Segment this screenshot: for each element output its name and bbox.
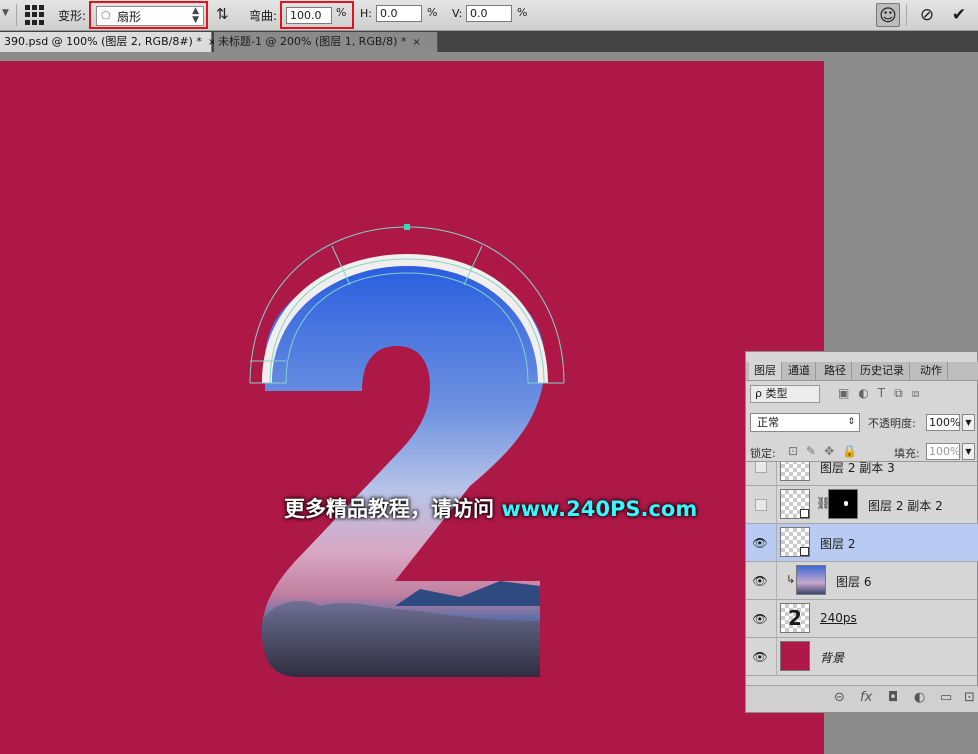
- layer-row[interactable]: 图层 2 副本 3: [746, 461, 978, 486]
- tab-390-psd[interactable]: 390.psd @ 100% (图层 2, RGB/8#) * ×: [0, 32, 216, 52]
- layer-thumbnail: [780, 462, 810, 481]
- layer-style-icon[interactable]: fx: [860, 690, 872, 705]
- updown-arrow-icon: ⇕: [847, 417, 855, 427]
- document-tab-bar: 390.psd @ 100% (图层 2, RGB/8#) * × 未标题-1 @…: [0, 31, 978, 52]
- layer-name: 240ps: [820, 611, 857, 625]
- blend-mode-value: 正常: [757, 416, 779, 429]
- lock-label: 锁定:: [750, 447, 776, 460]
- lock-icons[interactable]: ⊡✎✥🔒: [788, 444, 865, 458]
- bend-input[interactable]: 100.0: [286, 7, 332, 24]
- layer-filter-select[interactable]: ρ 类型: [750, 385, 820, 403]
- opacity-input[interactable]: 100%: [926, 414, 960, 431]
- commit-transform-icon[interactable]: ✔: [947, 3, 971, 27]
- layer-row[interactable]: 👁 ↳ 图层 6: [746, 562, 978, 600]
- watermark-prefix: 更多精品教程，请访问: [284, 497, 502, 521]
- eye-icon[interactable]: 👁: [752, 573, 768, 589]
- bend-unit: %: [336, 6, 347, 19]
- layer-thumbnail: [780, 641, 810, 671]
- warp-label: 变形:: [58, 9, 87, 23]
- filter-icons[interactable]: ▣◐T⧉⧈: [838, 386, 928, 401]
- cancel-transform-icon[interactable]: ⊘: [915, 3, 939, 27]
- layers-panel-footer: ⊝ fx ◘ ◐ ▭ ⊡: [746, 685, 978, 712]
- layers-panel: 图层 通道 路径 历史记录 动作 ρ 类型 ▣◐T⧉⧈ 正常 ⇕ 不透明度: 1…: [745, 351, 978, 713]
- layer-mask-thumbnail[interactable]: [828, 489, 858, 519]
- h-label: H:: [360, 7, 372, 20]
- v-label: V:: [452, 7, 463, 20]
- options-bar: ▼ 变形: ⬠ 扇形 ▲ ▼ ⇅ 弯曲: 100.0 % H: 0.0 % V: …: [0, 0, 978, 31]
- h-unit: %: [427, 6, 438, 19]
- document-canvas[interactable]: 更多精品教程，请访问 www.240PS.com: [0, 61, 824, 754]
- tab-history[interactable]: 历史记录: [855, 362, 910, 380]
- warp-style-value: 扇形: [117, 10, 142, 24]
- separator: [776, 486, 777, 524]
- warp-control-handle: [404, 224, 410, 230]
- bend-label: 弯曲:: [249, 9, 278, 23]
- layer-thumbnail: [796, 565, 826, 595]
- separator: [906, 4, 907, 26]
- layer-name: 图层 2: [820, 537, 856, 551]
- layer-row[interactable]: ⛓ 图层 2 副本 2: [746, 486, 978, 524]
- fill-label: 填充:: [894, 447, 920, 460]
- layer-thumbnail: [780, 489, 810, 519]
- watermark-text: 更多精品教程，请访问 www.240PS.com: [284, 493, 697, 523]
- opacity-dropdown-icon[interactable]: ▼: [962, 414, 975, 431]
- smart-object-icon: [800, 509, 809, 518]
- bend-highlight: 100.0 %: [280, 1, 354, 29]
- canvas-artwork: [249, 224, 565, 677]
- toggle-warp-mode-icon[interactable]: ☺: [876, 3, 900, 27]
- new-layer-icon[interactable]: ⊡: [964, 690, 975, 705]
- tab-untitled-1[interactable]: 未标题-1 @ 200% (图层 1, RGB/8) * ×: [214, 32, 438, 52]
- visibility-off-icon[interactable]: [755, 499, 767, 511]
- separator: [16, 4, 17, 26]
- layer-row[interactable]: 👁 背景: [746, 638, 978, 676]
- smart-object-icon: [800, 547, 809, 556]
- layer-row-selected[interactable]: 👁 图层 2: [746, 524, 978, 562]
- visibility-off-icon[interactable]: [755, 462, 767, 473]
- layer-name: 图层 2 副本 3: [820, 461, 895, 475]
- v-distortion-input[interactable]: 0.0: [466, 5, 512, 22]
- layer-name: 图层 2 副本 2: [868, 499, 943, 513]
- tab-channels[interactable]: 通道: [783, 362, 816, 380]
- warp-style-highlight: ⬠ 扇形 ▲ ▼: [89, 1, 208, 29]
- separator: [776, 638, 777, 676]
- clipping-mask-icon: ↳: [786, 573, 796, 586]
- layer-name: 背景: [820, 651, 845, 665]
- tab-paths[interactable]: 路径: [819, 362, 852, 380]
- blend-mode-select[interactable]: 正常 ⇕: [750, 413, 860, 432]
- eye-icon[interactable]: 👁: [752, 535, 768, 551]
- tool-preset-arrow-icon[interactable]: ▼: [2, 8, 10, 22]
- fill-dropdown-icon[interactable]: ▼: [962, 443, 975, 460]
- h-distortion-input[interactable]: 0.0: [376, 5, 422, 22]
- tab-actions[interactable]: 动作: [915, 362, 948, 380]
- close-icon[interactable]: ×: [412, 37, 420, 48]
- reference-point-icon[interactable]: [25, 5, 45, 25]
- separator: [776, 462, 777, 486]
- arc-shape-icon: ⬠: [101, 9, 111, 22]
- separator: [776, 524, 777, 562]
- layers-list: 图层 2 副本 3 ⛓ 图层 2 副本 2 👁 图层 2 👁 ↳ 图层 6 👁: [746, 461, 978, 686]
- layer-name: 图层 6: [836, 575, 872, 589]
- warp-style-select[interactable]: ⬠ 扇形 ▲ ▼: [96, 6, 204, 26]
- tab-label: 390.psd @ 100% (图层 2, RGB/8#) *: [4, 35, 202, 48]
- layer-thumbnail: [780, 527, 810, 557]
- layer-thumbnail: 2: [780, 603, 810, 633]
- warp-orientation-icon[interactable]: ⇅: [216, 5, 236, 25]
- tab-label: 未标题-1 @ 200% (图层 1, RGB/8) *: [218, 35, 407, 48]
- opacity-label: 不透明度:: [868, 417, 916, 430]
- eye-icon[interactable]: 👁: [752, 649, 768, 665]
- add-mask-icon[interactable]: ◘: [888, 690, 898, 705]
- panel-tabs: 图层 通道 路径 历史记录 动作: [746, 362, 978, 381]
- separator: [776, 600, 777, 638]
- v-unit: %: [517, 6, 528, 19]
- layer-row[interactable]: 👁 2 240ps: [746, 600, 978, 638]
- tab-layers[interactable]: 图层: [749, 362, 782, 380]
- adjustment-layer-icon[interactable]: ◐: [914, 690, 925, 705]
- updown-arrow-icon: ▲ ▼: [192, 6, 199, 25]
- separator: [776, 562, 777, 600]
- eye-icon[interactable]: 👁: [752, 611, 768, 627]
- link-layers-icon[interactable]: ⊝: [834, 690, 845, 705]
- watermark-url: www.240PS.com: [501, 497, 698, 521]
- fill-input[interactable]: 100%: [926, 443, 960, 460]
- new-group-icon[interactable]: ▭: [940, 690, 952, 705]
